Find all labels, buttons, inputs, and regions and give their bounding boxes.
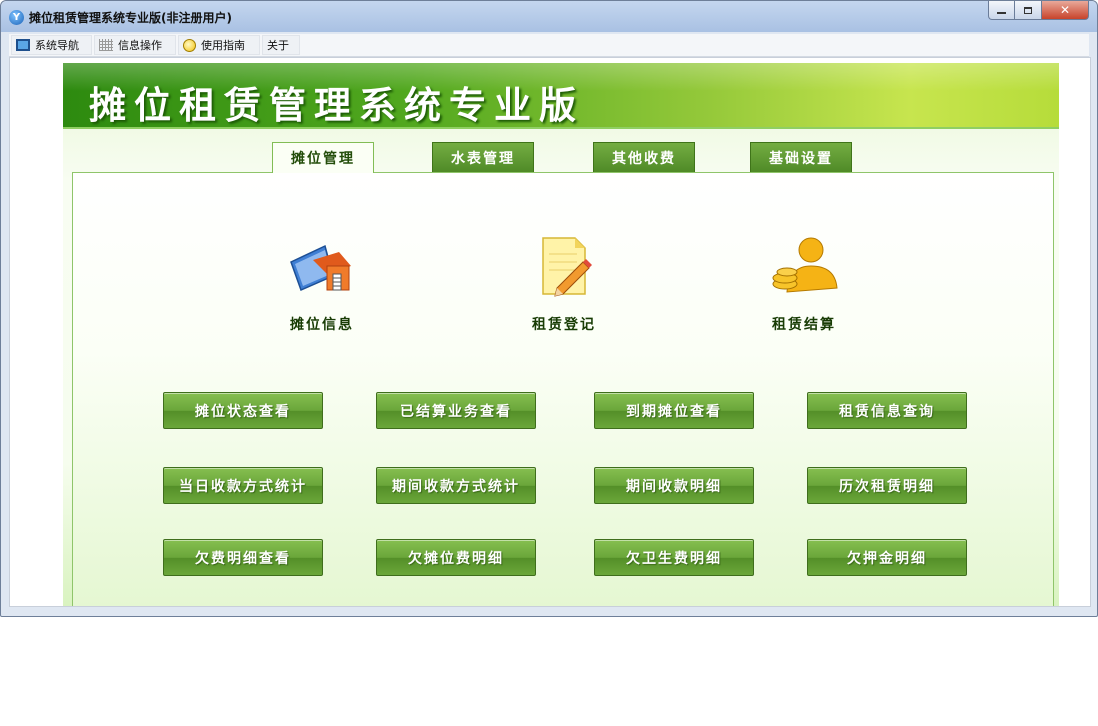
menu-item-label: 系统导航	[35, 39, 79, 52]
menu-item-info-ops[interactable]: 信息操作	[94, 35, 176, 55]
minimize-icon	[997, 12, 1006, 14]
person-coins-icon	[769, 232, 839, 302]
house-book-icon	[287, 232, 357, 302]
tab-bar: 摊位管理 水表管理 其他收费 基础设置	[63, 142, 1059, 173]
lightbulb-icon	[183, 38, 196, 52]
btn-deposit-arrears[interactable]: 欠押金明细	[807, 539, 967, 576]
btn-period-payment-details[interactable]: 期间收款明细	[594, 467, 754, 504]
tab-basic-settings[interactable]: 基础设置	[750, 142, 852, 172]
btn-period-payment-stats[interactable]: 期间收款方式统计	[376, 467, 536, 504]
app-logo-icon: Y	[9, 10, 24, 25]
monitor-icon	[16, 39, 30, 51]
btn-arrears-details[interactable]: 欠费明细查看	[163, 539, 323, 576]
close-button[interactable]: ✕	[1042, 1, 1089, 20]
btn-rental-info-query[interactable]: 租赁信息查询	[807, 392, 967, 429]
maximize-icon	[1024, 6, 1032, 14]
btn-daily-payment-stats[interactable]: 当日收款方式统计	[163, 467, 323, 504]
tab-booth-management[interactable]: 摊位管理	[272, 142, 374, 173]
banner: 摊位租赁管理系统专业版	[63, 63, 1059, 127]
menu-bar: 系统导航 信息操作 使用指南 关于	[9, 34, 1089, 57]
banner-divider	[63, 127, 1059, 129]
menu-item-label: 使用指南	[201, 39, 245, 52]
minimize-button[interactable]	[988, 1, 1015, 20]
menu-item-system-nav[interactable]: 系统导航	[11, 35, 92, 55]
close-icon: ✕	[1059, 3, 1071, 17]
feature-label: 摊位信息	[290, 317, 354, 333]
btn-sanitation-fee-arrears[interactable]: 欠卫生费明细	[594, 539, 754, 576]
status-bar	[9, 608, 1091, 615]
menu-item-user-guide[interactable]: 使用指南	[178, 35, 260, 55]
window-controls: ✕	[988, 1, 1089, 21]
menu-item-label: 关于	[267, 39, 289, 52]
tab-other-charges[interactable]: 其他收费	[593, 142, 695, 172]
tab-content: 摊位信息 租赁登记 租赁结算 摊位状态查看 已结算业务查看 到期摊位查看 租赁信…	[72, 172, 1054, 606]
feature-booth-info[interactable]: 摊位信息	[262, 232, 382, 333]
maximize-button[interactable]	[1015, 1, 1042, 20]
tab-water-meter-management[interactable]: 水表管理	[432, 142, 534, 172]
title-bar[interactable]: Y 摊位租赁管理系统专业版(非注册用户) ✕	[1, 1, 1097, 32]
btn-rental-history-details[interactable]: 历次租赁明细	[807, 467, 967, 504]
main-panel: 摊位租赁管理系统专业版 摊位管理 水表管理 其他收费 基础设置 摊位信息 租赁登…	[63, 63, 1059, 606]
banner-title: 摊位租赁管理系统专业版	[89, 84, 584, 127]
menu-item-about[interactable]: 关于	[262, 35, 300, 55]
feature-rental-register[interactable]: 租赁登记	[504, 232, 624, 333]
btn-booth-status[interactable]: 摊位状态查看	[163, 392, 323, 429]
feature-label: 租赁结算	[772, 317, 836, 333]
notepad-pencil-icon	[529, 232, 599, 302]
menu-item-label: 信息操作	[118, 39, 162, 52]
btn-booth-fee-arrears[interactable]: 欠摊位费明细	[376, 539, 536, 576]
btn-settled-business[interactable]: 已结算业务查看	[376, 392, 536, 429]
app-window: Y 摊位租赁管理系统专业版(非注册用户) ✕ 系统导航 信息操作 使用指南 关于…	[0, 0, 1098, 617]
btn-expired-booths[interactable]: 到期摊位查看	[594, 392, 754, 429]
grid-icon	[99, 39, 113, 51]
feature-label: 租赁登记	[532, 317, 596, 333]
feature-rental-settlement[interactable]: 租赁结算	[744, 232, 864, 333]
window-title: 摊位租赁管理系统专业版(非注册用户)	[29, 11, 232, 25]
